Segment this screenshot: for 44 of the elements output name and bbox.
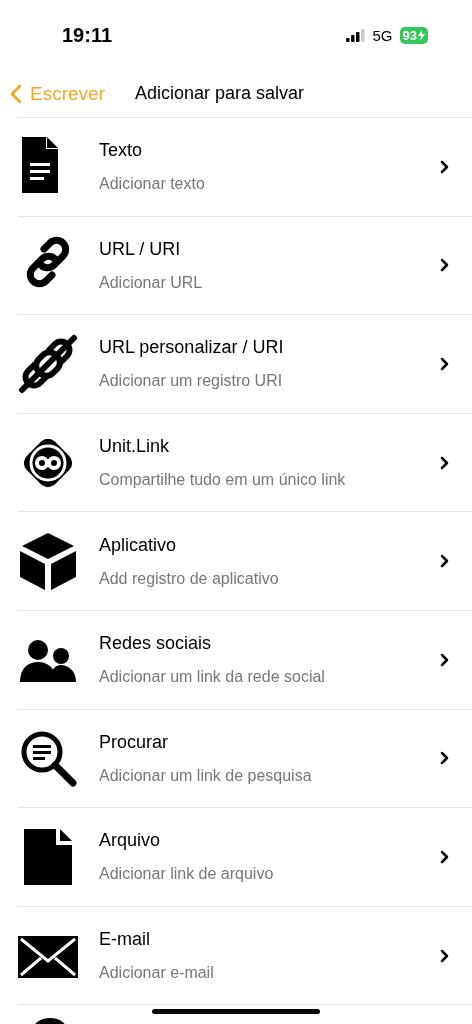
item-title: Redes sociais xyxy=(99,633,213,655)
item-subtitle: Adicionar um link de pesquisa xyxy=(99,766,313,785)
chain-icon xyxy=(16,332,80,396)
item-subtitle: Adicionar um link da rede social xyxy=(99,668,326,687)
list-row[interactable]: Unit.Link Compartilhe tudo em um único link xyxy=(18,412,472,512)
list-row[interactable]: Texto Adicionar texto xyxy=(18,117,472,216)
item-title: Procurar xyxy=(99,731,170,753)
item-title: Texto xyxy=(99,140,144,162)
item-subtitle: Adicionar URL xyxy=(99,273,204,292)
item-subtitle: Adicionar e-mail xyxy=(99,964,215,983)
chevron-icon xyxy=(440,357,450,371)
list-row[interactable]: Aplicativo Add registro de aplicativo xyxy=(18,511,472,610)
item-title: Aplicativo xyxy=(99,534,178,556)
item-subtitle: Add registro de aplicativo xyxy=(99,569,280,588)
chevron-icon xyxy=(440,455,450,470)
back-icon xyxy=(10,83,22,104)
list-row[interactable]: Redes sociais Adicionar um link da rede social xyxy=(18,609,472,709)
chevron-icon xyxy=(440,554,450,569)
chevron-icon xyxy=(440,948,450,963)
list-row[interactable]: URL personalizar / URI Adicionar um registro URI xyxy=(18,314,472,413)
item-subtitle: Compartilhe tudo em um único link xyxy=(99,471,347,490)
battery-indicator: 93 xyxy=(399,26,428,44)
signal-icon xyxy=(345,28,366,42)
item-subtitle: Adicionar um registro URI xyxy=(99,372,284,391)
item-title: Unit.Link xyxy=(99,436,171,458)
item-title: URL personalizar / URI xyxy=(99,337,285,359)
chevron-icon xyxy=(440,751,450,766)
chevron-icon xyxy=(440,849,450,864)
item-title: E-mail xyxy=(99,929,151,951)
chevron-icon xyxy=(440,652,450,667)
list-row[interactable]: Procurar Adicionar um link de pesquisa xyxy=(18,708,472,808)
item-title: Arquivo xyxy=(99,830,162,852)
page-title: Adicionar para salvar xyxy=(134,83,305,104)
chevron-icon xyxy=(440,258,450,273)
item-title: URL / URI xyxy=(99,238,182,260)
list-row[interactable]: URL / URI Adicionar URL xyxy=(18,215,472,315)
chevron-icon xyxy=(440,159,450,174)
list-row[interactable]: E-mail Adicionar e-mail xyxy=(18,905,472,1005)
status-time: 19:11 xyxy=(62,23,113,47)
network-label: 5G xyxy=(372,26,393,44)
item-subtitle: Adicionar texto xyxy=(99,175,206,194)
charging-icon xyxy=(418,29,425,41)
item-subtitle: Adicionar link de arquivo xyxy=(99,865,275,884)
list-row[interactable]: Arquivo Adicionar link de arquivo xyxy=(18,807,472,906)
